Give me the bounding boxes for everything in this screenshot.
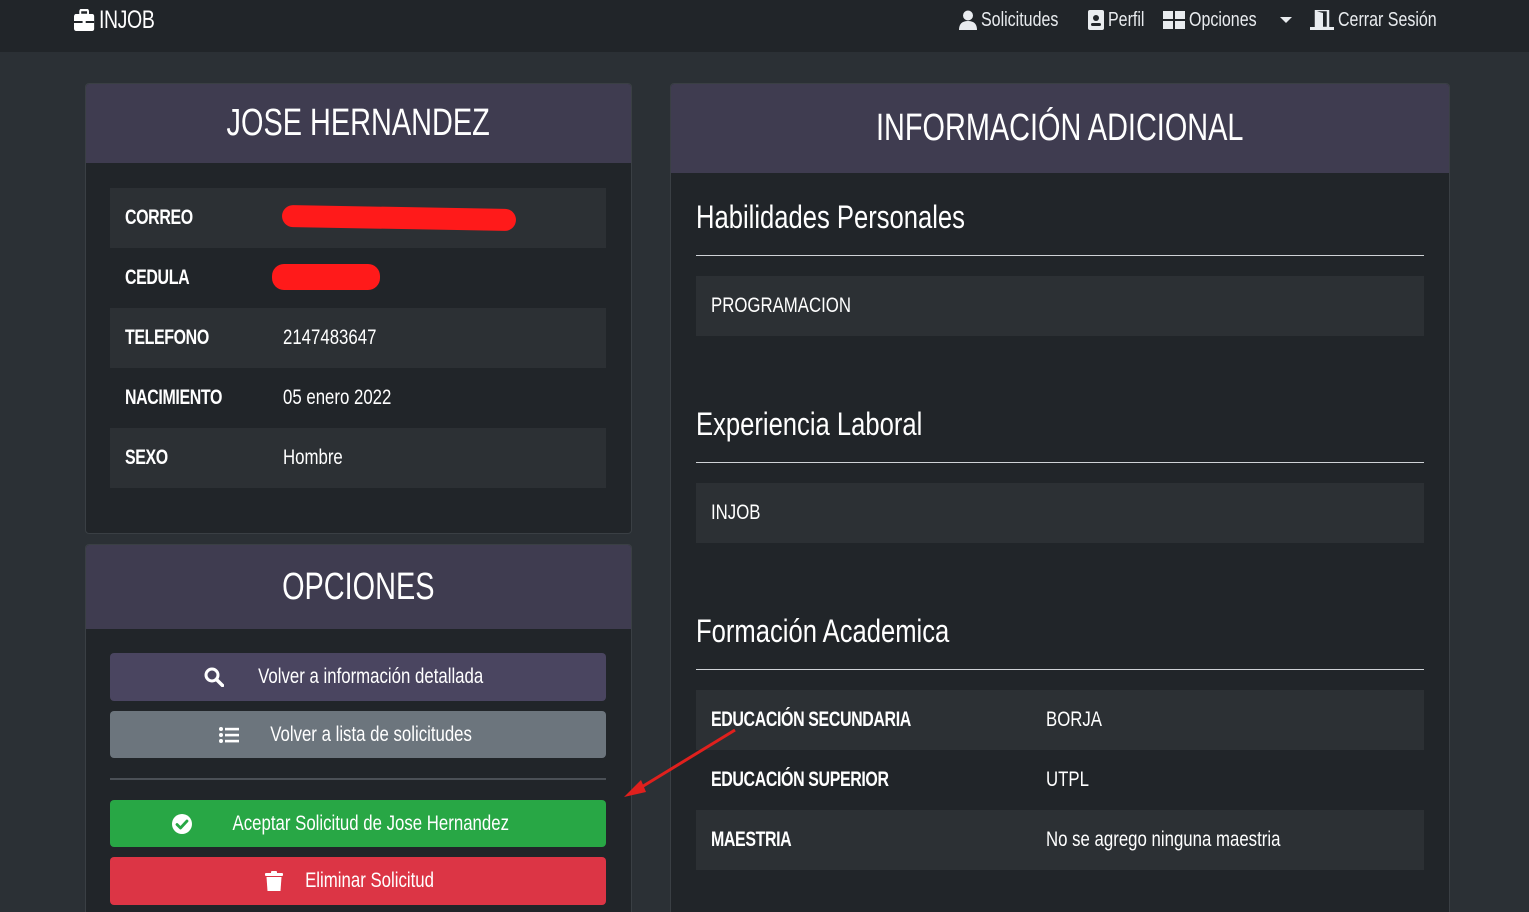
section-divider [696,669,1424,670]
nav-solicitudes[interactable]: Solicitudes [958,8,1070,32]
education-label: MAESTRIA [711,828,792,851]
redaction-mark [281,204,517,232]
education-label: EDUCACIÓN SECUNDARIA [711,708,911,731]
field-row-sexo: SEXO Hombre [110,428,606,488]
accept-request-label: Aceptar Solicitud de Jose Hernandez [232,811,510,835]
field-value: 05 enero 2022 [283,386,392,409]
field-label: SEXO [125,446,168,469]
nav-perfil[interactable]: Perfil [1087,8,1146,32]
options-card: OPCIONES Volver a información detallada … [85,544,632,912]
user-icon [958,10,977,30]
nav-opciones-dropdown[interactable]: Opciones [1163,9,1292,32]
field-label: CORREO [125,206,193,229]
field-value: 2147483647 [283,326,377,349]
education-row-maestria: MAESTRIA No se agrego ninguna maestria [696,810,1424,870]
accept-request-button[interactable]: Aceptar Solicitud de Jose Hernandez [110,800,606,847]
search-icon [204,667,225,687]
door-exit-icon [1309,10,1334,30]
nav-opciones-label: Opciones [1189,8,1257,31]
education-value: No se agrego ninguna maestria [1046,828,1281,851]
top-navbar: INJOB Solicitudes Perfil Opciones Cerrar… [0,0,1529,52]
back-to-list-label: Volver a lista de solicitudes [270,722,472,746]
field-label: NACIMIENTO [125,386,222,409]
education-section-title: Formación Academica [696,613,950,649]
nav-perfil-label: Perfil [1107,8,1144,31]
field-row-telefono: TELEFONO 2147483647 [110,308,606,368]
experience-section-title: Experiencia Laboral [696,406,923,442]
experience-item: INJOB [696,483,1424,543]
field-row-cedula: CEDULA [110,248,606,308]
education-value: BORJA [1046,708,1103,731]
profile-card: JOSE HERNANDEZ CORREO CEDULA TELEFONO 21… [85,83,632,534]
additional-card-header: INFORMACIÓN ADICIONAL [671,84,1449,173]
nav-links: Solicitudes Perfil Opciones Cerrar Sesió… [958,4,1453,36]
additional-title: INFORMACIÓN ADICIONAL [876,107,1244,149]
field-row-nacimiento: NACIMIENTO 05 enero 2022 [110,368,606,428]
field-label: CEDULA [125,266,190,289]
back-to-detail-button[interactable]: Volver a información detallada [110,653,606,701]
education-row-secundaria: EDUCACIÓN SECUNDARIA BORJA [696,690,1424,750]
education-value: UTPL [1046,768,1089,791]
additional-info-card: INFORMACIÓN ADICIONAL Habilidades Person… [670,83,1450,912]
back-to-list-button[interactable]: Volver a lista de solicitudes [110,711,606,758]
education-row-superior: EDUCACIÓN SUPERIOR UTPL [696,750,1424,810]
trash-icon [265,871,284,891]
skill-item-text: PROGRAMACION [711,294,852,317]
briefcase-icon [74,9,95,31]
options-title: OPCIONES [282,565,435,608]
check-circle-icon [172,813,193,834]
section-divider [696,255,1424,256]
nav-cerrar-sesion[interactable]: Cerrar Sesión [1309,8,1453,32]
grid-icon [1163,11,1186,29]
profile-card-header: JOSE HERNANDEZ [86,84,631,163]
profile-name: JOSE HERNANDEZ [226,102,491,144]
nav-cerrar-sesion-label: Cerrar Sesión [1337,8,1437,31]
brand-label: INJOB [98,5,155,34]
field-row-correo: CORREO [110,188,606,248]
delete-request-label: Eliminar Solicitud [305,869,435,892]
redaction-mark [272,264,380,290]
back-to-detail-label: Volver a información detallada [258,665,484,688]
experience-item-text: INJOB [711,501,761,524]
options-card-header: OPCIONES [86,545,631,629]
id-badge-icon [1087,10,1104,30]
skill-item: PROGRAMACION [696,276,1424,336]
field-value: Hombre [283,446,343,469]
education-label: EDUCACIÓN SUPERIOR [711,768,889,791]
delete-request-button[interactable]: Eliminar Solicitud [110,857,606,905]
brand-link[interactable]: INJOB [74,4,155,36]
options-divider [110,778,606,780]
chevron-down-icon [1279,17,1292,23]
skills-section-title: Habilidades Personales [696,199,965,235]
nav-solicitudes-label: Solicitudes [980,8,1059,31]
section-divider [696,462,1424,463]
list-icon [218,726,239,743]
field-label: TELEFONO [125,326,209,349]
